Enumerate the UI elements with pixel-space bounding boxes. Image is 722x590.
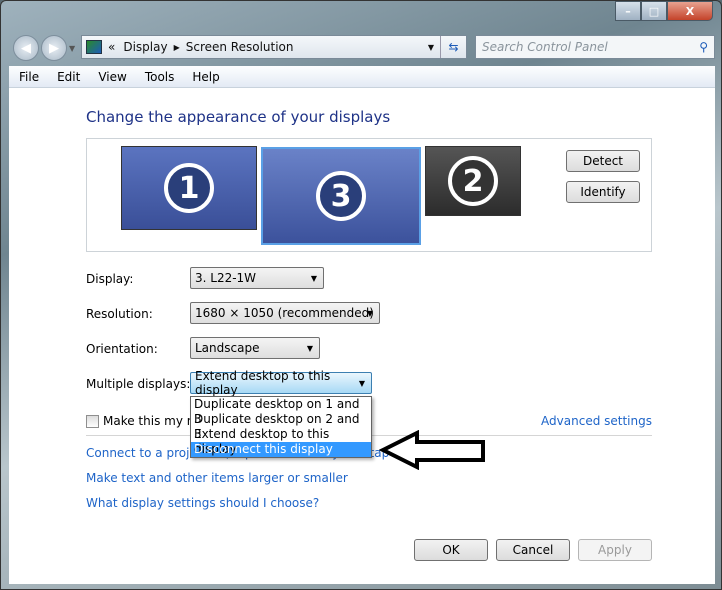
address-bar[interactable]: « Display ▶ Screen Resolution ▼ ⇆ — [81, 35, 467, 59]
breadcrumb-overflow[interactable]: « — [108, 40, 115, 54]
menu-bar: File Edit View Tools Help — [9, 66, 715, 88]
resolution-label: Resolution: — [86, 307, 153, 321]
option-disconnect[interactable]: Disconnect this display — [191, 442, 371, 457]
identify-button[interactable]: Identify — [566, 181, 640, 203]
apply-button[interactable]: Apply — [578, 539, 652, 561]
chevron-down-icon: ▼ — [358, 378, 365, 388]
search-placeholder: Search Control Panel — [482, 40, 608, 54]
option-duplicate-2-3[interactable]: Duplicate desktop on 2 and 3 — [191, 412, 371, 441]
recent-pages-icon[interactable]: ▼ — [69, 44, 75, 53]
display-icon — [86, 40, 102, 54]
address-dropdown-icon[interactable]: ▼ — [428, 43, 434, 52]
maximize-button[interactable]: □ — [641, 1, 667, 21]
orientation-label: Orientation: — [86, 342, 158, 356]
text-size-link[interactable]: Make text and other items larger or smal… — [86, 471, 348, 485]
arrow-annotation-icon — [379, 430, 485, 470]
cancel-button[interactable]: Cancel — [496, 539, 570, 561]
menu-tools[interactable]: Tools — [145, 70, 175, 84]
multiple-displays-label: Multiple displays: — [86, 377, 191, 391]
display-help-link[interactable]: What display settings should I choose? — [86, 496, 319, 510]
window: – □ X ◀ ▶ ▼ « Display ▶ Screen Resolutio… — [0, 0, 722, 590]
multiple-displays-value: Extend desktop to this display — [195, 369, 331, 397]
chevron-down-icon: ▼ — [366, 308, 373, 318]
close-button[interactable]: X — [667, 1, 713, 21]
resolution-select[interactable]: 1680 × 1050 (recommended) ▼ — [190, 302, 380, 324]
chevron-down-icon: ▼ — [310, 273, 317, 283]
menu-help[interactable]: Help — [192, 70, 219, 84]
display-value: 3. L22-1W — [195, 271, 257, 285]
breadcrumb-display[interactable]: Display — [123, 40, 167, 54]
forward-button[interactable]: ▶ — [41, 35, 67, 61]
search-icon[interactable]: ⚲ — [699, 40, 708, 54]
monitor-2[interactable]: 2 — [425, 146, 521, 216]
minimize-button[interactable]: – — [615, 1, 641, 21]
search-input[interactable]: Search Control Panel ⚲ — [475, 35, 715, 59]
menu-edit[interactable]: Edit — [57, 70, 80, 84]
monitor-number: 1 — [164, 163, 214, 213]
option-extend[interactable]: Extend desktop to this display — [191, 427, 371, 456]
breadcrumb-screen-resolution[interactable]: Screen Resolution — [186, 40, 294, 54]
monitor-3-selected[interactable]: 3 — [261, 147, 421, 245]
menu-file[interactable]: File — [19, 70, 39, 84]
ok-button[interactable]: OK — [414, 539, 488, 561]
page-title: Change the appearance of your displays — [86, 108, 391, 126]
display-label: Display: — [86, 272, 134, 286]
refresh-icon[interactable]: ⇆ — [440, 36, 466, 58]
orientation-value: Landscape — [195, 341, 260, 355]
display-select[interactable]: 3. L22-1W ▼ — [190, 267, 324, 289]
content-pane: Change the appearance of your displays 1… — [9, 88, 715, 584]
multiple-displays-dropdown: Duplicate desktop on 1 and 3 Duplicate d… — [190, 396, 372, 458]
resolution-value: 1680 × 1050 (recommended) — [195, 306, 374, 320]
back-button[interactable]: ◀ — [13, 35, 39, 61]
monitor-number: 2 — [448, 156, 498, 206]
checkbox[interactable] — [86, 414, 99, 428]
option-duplicate-1-3[interactable]: Duplicate desktop on 1 and 3 — [191, 397, 371, 426]
monitor-1[interactable]: 1 — [121, 146, 257, 230]
monitor-number: 3 — [316, 171, 366, 221]
advanced-settings-link[interactable]: Advanced settings — [541, 414, 652, 428]
breadcrumb-separator-icon: ▶ — [173, 42, 180, 52]
orientation-select[interactable]: Landscape ▼ — [190, 337, 320, 359]
detect-button[interactable]: Detect — [566, 150, 640, 172]
menu-view[interactable]: View — [98, 70, 126, 84]
multiple-displays-select[interactable]: Extend desktop to this display ▼ — [190, 369, 372, 397]
chevron-down-icon: ▼ — [306, 343, 313, 353]
